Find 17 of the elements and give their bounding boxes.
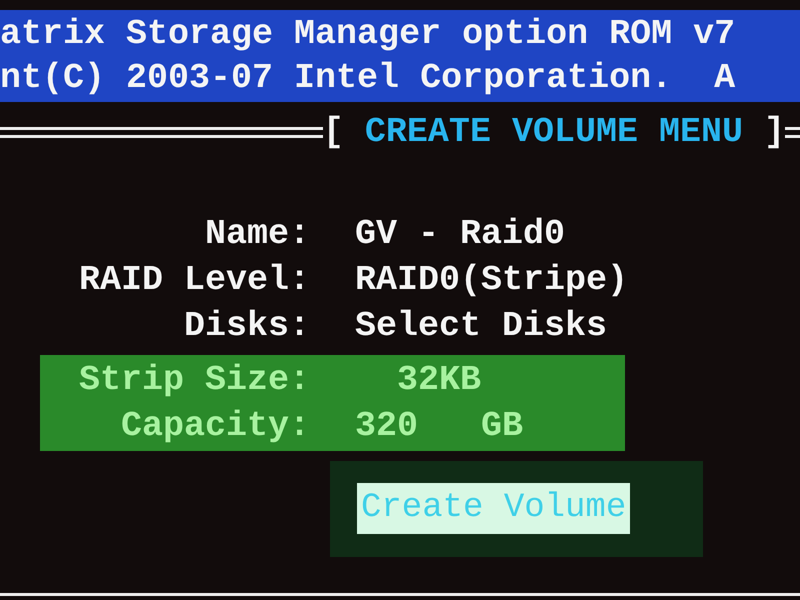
- field-label: Capacity:: [120, 404, 310, 448]
- header-text: nt(C) 2003-07 Intel Corporation. A: [0, 58, 736, 98]
- field-value: 320 GB: [355, 404, 524, 448]
- field-label: Disks:: [182, 304, 310, 348]
- create-volume-button[interactable]: Create Volume: [357, 483, 630, 534]
- double-line: [785, 126, 800, 138]
- bracket-text: ]: [762, 111, 785, 154]
- field-value: GV - Raid0: [355, 212, 566, 256]
- bracket-text: [: [322, 111, 345, 154]
- field-value: 32KB: [396, 358, 482, 402]
- field-label: RAID Level:: [78, 258, 310, 302]
- field-value: RAID0(Stripe): [355, 258, 628, 302]
- field-value: Select Disks: [355, 304, 608, 348]
- header-text: atrix Storage Manager option ROM v7: [0, 14, 736, 54]
- menu-title: CREATE VOLUME MENU: [364, 111, 743, 154]
- field-label: Name:: [204, 212, 310, 256]
- field-label: Strip Size:: [78, 358, 310, 402]
